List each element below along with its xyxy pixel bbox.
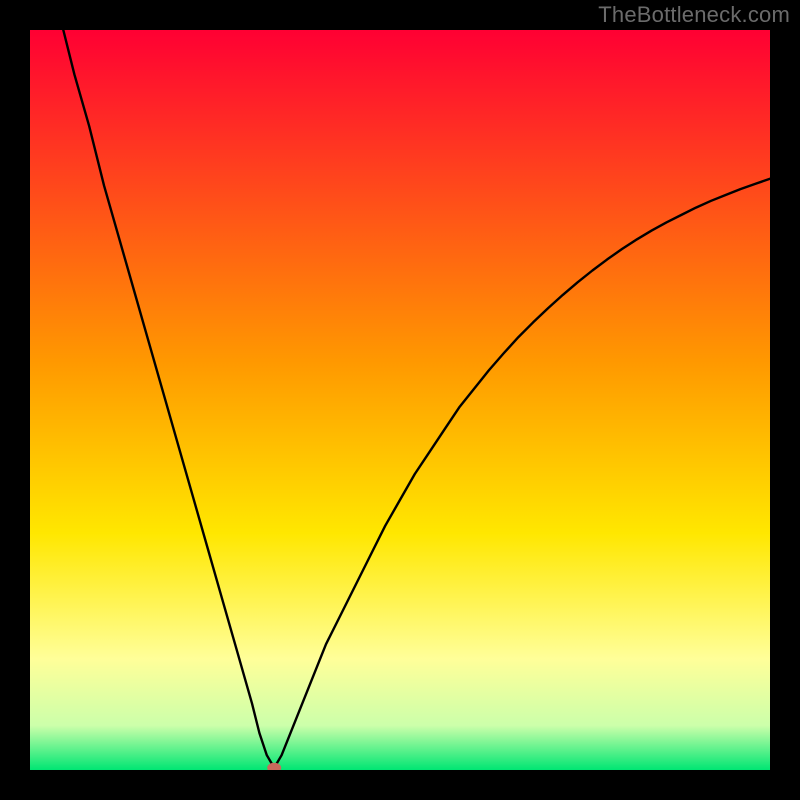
- chart-svg: [30, 30, 770, 770]
- chart-plot-area: [30, 30, 770, 770]
- chart-frame: TheBottleneck.com: [0, 0, 800, 800]
- gradient-background: [30, 30, 770, 770]
- watermark-text: TheBottleneck.com: [598, 2, 790, 28]
